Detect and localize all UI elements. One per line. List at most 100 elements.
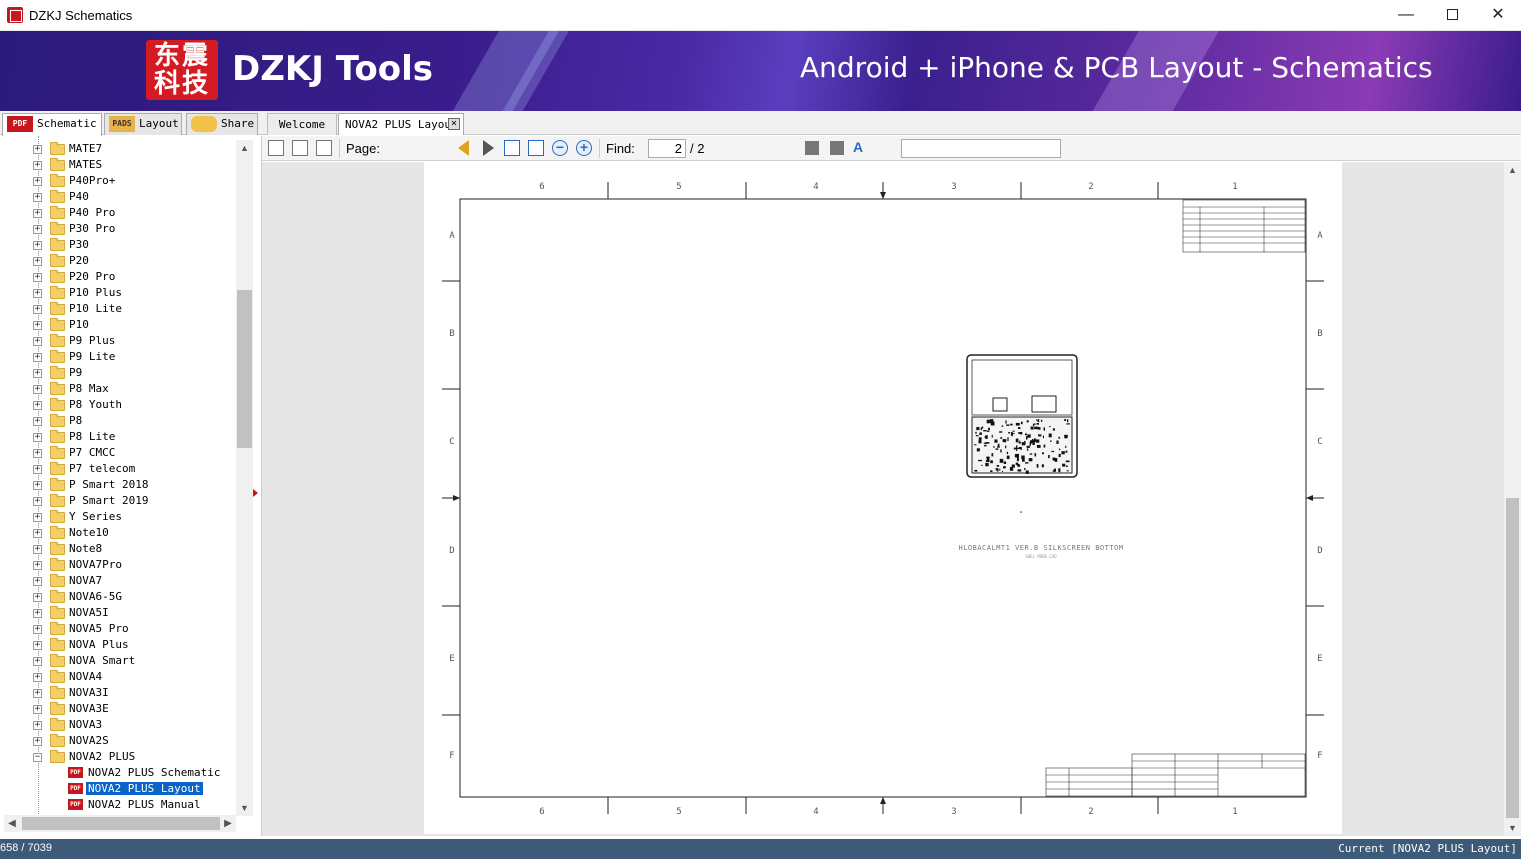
viewer-scroll-thumb[interactable] <box>1506 498 1519 818</box>
minimize-button[interactable]: — <box>1383 0 1429 30</box>
tree-folder-item[interactable]: + P8 <box>0 413 236 429</box>
expand-icon[interactable]: + <box>33 513 42 522</box>
expand-icon[interactable]: + <box>33 241 42 250</box>
collapse-icon[interactable]: − <box>33 753 42 762</box>
expand-icon[interactable]: + <box>33 257 42 266</box>
tree-horizontal-scrollbar[interactable]: ◀ ▶ <box>4 815 236 832</box>
pages-icon[interactable] <box>316 140 332 156</box>
close-button[interactable]: ✕ <box>1475 0 1521 30</box>
copy-page-icon[interactable] <box>292 140 308 156</box>
expand-icon[interactable]: + <box>33 545 42 554</box>
expand-icon[interactable]: + <box>33 321 42 330</box>
expand-icon[interactable]: + <box>33 497 42 506</box>
tree-document-item[interactable]: PDF NOVA2 PLUS Schematic <box>0 765 236 781</box>
scroll-up-icon[interactable]: ▲ <box>236 140 253 156</box>
tree-folder-item[interactable]: + P7 telecom <box>0 461 236 477</box>
tree-folder-item[interactable]: + P Smart 2018 <box>0 477 236 493</box>
maximize-button[interactable] <box>1429 0 1475 30</box>
tree-folder-item[interactable]: + P40 <box>0 189 236 205</box>
expand-icon[interactable]: + <box>33 209 42 218</box>
tree-folder-item[interactable]: + NOVA Plus <box>0 637 236 653</box>
tree-folder-item[interactable]: + P9 Plus <box>0 333 236 349</box>
expand-icon[interactable]: + <box>33 225 42 234</box>
tab-layout[interactable]: PADS Layout <box>104 113 182 135</box>
tree-folder-item[interactable]: + P10 <box>0 317 236 333</box>
zoom-in-icon[interactable]: + <box>576 140 592 156</box>
viewer-vertical-scrollbar[interactable]: ▲ ▼ <box>1504 162 1521 836</box>
expand-icon[interactable]: + <box>33 401 42 410</box>
expand-icon[interactable]: + <box>33 305 42 314</box>
previous-page-icon[interactable] <box>458 140 469 156</box>
expand-icon[interactable]: + <box>33 449 42 458</box>
tree-folder-item[interactable]: + P20 <box>0 253 236 269</box>
tree-folder-item[interactable]: + P8 Youth <box>0 397 236 413</box>
expand-icon[interactable]: + <box>33 193 42 202</box>
tab-schematic[interactable]: PDF Schematic <box>2 113 102 136</box>
zoom-out-icon[interactable]: − <box>552 140 568 156</box>
tree-document-item[interactable]: PDF NOVA2 PLUS Manual <box>0 797 236 813</box>
expand-icon[interactable]: + <box>33 433 42 442</box>
fit-page-icon[interactable] <box>528 140 544 156</box>
expand-icon[interactable]: + <box>33 273 42 282</box>
tree-scroll-thumb[interactable] <box>237 290 252 448</box>
find-previous-icon[interactable] <box>805 141 819 155</box>
tree-folder-item[interactable]: + NOVA7 <box>0 573 236 589</box>
tree-folder-item[interactable]: + Note10 <box>0 525 236 541</box>
tree-folder-item[interactable]: + NOVA Smart <box>0 653 236 669</box>
expand-icon[interactable]: + <box>33 353 42 362</box>
expand-icon[interactable]: + <box>33 577 42 586</box>
tree-folder-item[interactable]: + NOVA7Pro <box>0 557 236 573</box>
expand-icon[interactable]: + <box>33 161 42 170</box>
tree-folder-item[interactable]: + P40Pro+ <box>0 173 236 189</box>
tree-folder-item[interactable]: + NOVA3 <box>0 717 236 733</box>
tree-folder-item[interactable]: + NOVA3E <box>0 701 236 717</box>
tree-folder-item[interactable]: + P7 CMCC <box>0 445 236 461</box>
scroll-down-icon[interactable]: ▼ <box>1504 820 1521 836</box>
tree-folder-item[interactable]: + NOVA5I <box>0 605 236 621</box>
find-input[interactable] <box>901 139 1061 158</box>
expand-icon[interactable]: + <box>33 625 42 634</box>
expand-icon[interactable]: + <box>33 177 42 186</box>
expand-icon[interactable]: + <box>33 337 42 346</box>
tab-nova2-plus-layout[interactable]: NOVA2 PLUS Layout × <box>338 113 464 135</box>
tab-share[interactable]: Share <box>186 113 258 135</box>
tree-folder-item[interactable]: + P9 Lite <box>0 349 236 365</box>
tree-hscroll-thumb[interactable] <box>22 817 220 830</box>
expand-icon[interactable]: + <box>33 289 42 298</box>
expand-icon[interactable]: + <box>33 481 42 490</box>
tab-welcome[interactable]: Welcome <box>267 113 337 135</box>
expand-icon[interactable]: + <box>33 593 42 602</box>
tree-folder-item[interactable]: + P40 Pro <box>0 205 236 221</box>
expand-icon[interactable]: + <box>33 721 42 730</box>
expand-icon[interactable]: + <box>33 689 42 698</box>
tree-folder-item[interactable]: + P10 Plus <box>0 285 236 301</box>
tree-folder-item[interactable]: + P8 Lite <box>0 429 236 445</box>
expand-icon[interactable]: + <box>33 657 42 666</box>
open-document-icon[interactable] <box>268 140 284 156</box>
expand-icon[interactable]: + <box>33 385 42 394</box>
expand-icon[interactable]: + <box>33 673 42 682</box>
expand-icon[interactable]: + <box>33 465 42 474</box>
tree-folder-item[interactable]: + P8 Max <box>0 381 236 397</box>
tree-folder-item[interactable]: + P Smart 2019 <box>0 493 236 509</box>
tree-folder-item[interactable]: + P20 Pro <box>0 269 236 285</box>
expand-icon[interactable]: + <box>33 705 42 714</box>
expand-icon[interactable]: + <box>33 145 42 154</box>
tree-vertical-scrollbar[interactable]: ▲ ▼ <box>236 140 253 816</box>
expand-icon[interactable]: + <box>33 369 42 378</box>
find-next-icon[interactable] <box>830 141 844 155</box>
scroll-left-icon[interactable]: ◀ <box>4 815 20 832</box>
close-tab-icon[interactable]: × <box>448 118 460 130</box>
tree-folder-item[interactable]: + P10 Lite <box>0 301 236 317</box>
scroll-right-icon[interactable]: ▶ <box>220 815 236 832</box>
scroll-up-icon[interactable]: ▲ <box>1504 162 1521 178</box>
fit-width-icon[interactable] <box>504 140 520 156</box>
expand-icon[interactable]: + <box>33 641 42 650</box>
tree-folder-item[interactable]: + Note8 <box>0 541 236 557</box>
expand-icon[interactable]: + <box>33 417 42 426</box>
expand-icon[interactable]: + <box>33 561 42 570</box>
tree-folder-item[interactable]: + MATE7 <box>0 141 236 157</box>
tree-document-item[interactable]: PDF NOVA2 PLUS Layout <box>0 781 236 797</box>
scroll-down-icon[interactable]: ▼ <box>236 800 253 816</box>
next-page-icon[interactable] <box>483 140 494 156</box>
